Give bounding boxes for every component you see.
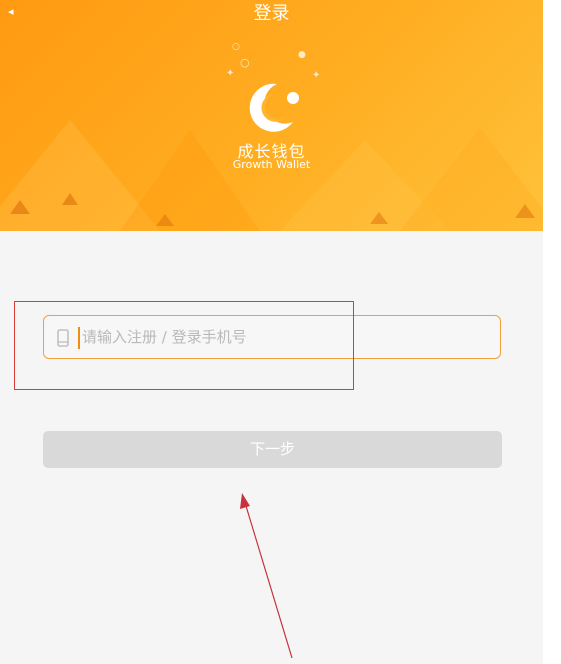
background-tree (370, 212, 388, 224)
background-tree (62, 193, 78, 205)
background-tree (10, 200, 30, 214)
sparkle-icon: ✦ (312, 70, 321, 81)
next-step-button[interactable]: 下一步 (43, 431, 502, 468)
brand-logo-icon (249, 83, 299, 132)
sparkle-icon: ○ (240, 56, 250, 69)
background-tree (156, 214, 174, 226)
sparkle-icon: ○ (232, 42, 240, 52)
mobile-phone-icon (57, 329, 69, 347)
login-screen: ◂ 登录 ○ ○ ✦ ● ✦ 成长钱包 Growth Wallet 下一步 (0, 0, 543, 664)
phone-number-input[interactable] (82, 316, 482, 358)
sparkle-icon: ● (298, 50, 306, 60)
text-cursor (78, 327, 80, 349)
phone-input-field[interactable] (43, 315, 501, 359)
background-tree (515, 204, 535, 218)
header-banner: ◂ 登录 ○ ○ ✦ ● ✦ 成长钱包 Growth Wallet (0, 0, 543, 231)
brand-name-english: Growth Wallet (232, 158, 311, 171)
sparkle-icon: ✦ (226, 68, 235, 79)
page-title: 登录 (253, 3, 290, 24)
